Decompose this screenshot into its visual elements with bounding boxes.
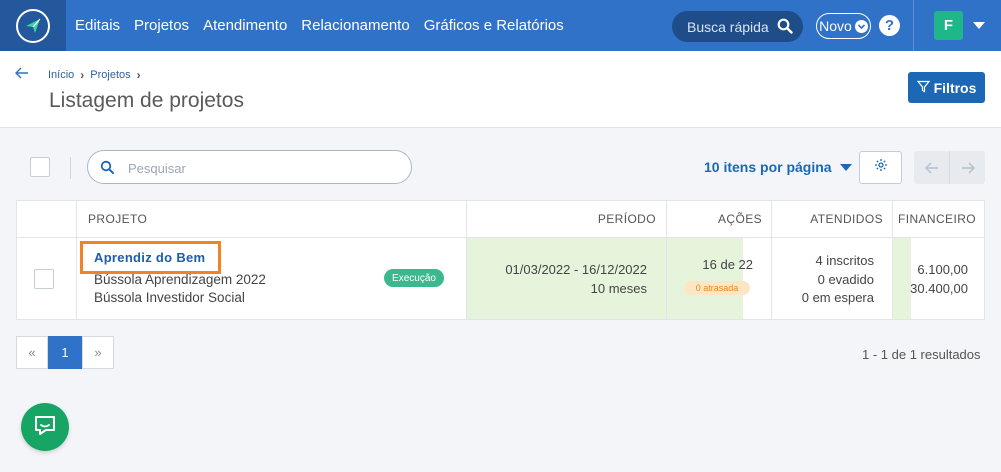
filters-button[interactable]: Filtros	[908, 72, 985, 103]
caret-down-icon	[839, 163, 852, 171]
projects-table: PROJETO PERÍODO AÇÕES ATENDIDOS FINANCEI…	[16, 200, 985, 320]
column-divider	[76, 201, 77, 319]
results-count: 1 - 1 de 1 resultados	[862, 347, 981, 362]
gear-icon	[874, 158, 888, 177]
nav-divider	[913, 0, 914, 51]
period-duration: 10 meses	[590, 281, 647, 296]
column-header-periodo[interactable]: PERÍODO	[466, 201, 666, 238]
column-header-select	[17, 201, 77, 238]
period-dates: 01/03/2022 - 16/12/2022	[505, 262, 647, 277]
project-investor: Bússola Investidor Social	[94, 290, 245, 305]
filters-label: Filtros	[933, 79, 977, 96]
nav-item-editais[interactable]: Editais	[75, 17, 120, 34]
per-page-label: 10 itens por página	[704, 159, 832, 175]
period-progress-bar	[467, 238, 666, 319]
nav-item-atendimento[interactable]: Atendimento	[203, 17, 287, 34]
actions-progress-bar	[667, 238, 743, 319]
logo[interactable]	[0, 0, 66, 51]
attended-waiting: 0 em espera	[801, 290, 874, 305]
chat-icon	[33, 413, 57, 442]
project-name-link[interactable]: Aprendiz do Bem	[80, 241, 221, 274]
actions-count: 16 de 22	[702, 257, 753, 272]
late-badge: 0 atrasada	[684, 281, 750, 295]
pager-nav	[914, 151, 985, 184]
breadcrumb-separator: ›	[80, 68, 85, 82]
column-header-acoes[interactable]: AÇÕES	[666, 201, 771, 238]
search-input[interactable]	[128, 158, 398, 178]
main-nav: Editais Projetos Atendimento Relacioname…	[75, 0, 564, 51]
finance-total: 30.400,00	[910, 281, 968, 296]
finance-progress-bar	[893, 238, 911, 319]
settings-button[interactable]	[859, 151, 902, 184]
pagination-prev[interactable]: «	[16, 336, 48, 369]
novo-button[interactable]: Novo	[816, 13, 871, 39]
back-arrow-icon[interactable]	[14, 66, 30, 85]
search-field	[87, 150, 412, 184]
nav-item-relacionamento[interactable]: Relacionamento	[301, 17, 409, 34]
column-header-atendidos[interactable]: ATENDIDOS	[771, 201, 892, 238]
project-program: Bússola Aprendizagem 2022	[94, 272, 266, 287]
chevron-down-icon	[854, 19, 868, 33]
chat-button[interactable]	[21, 403, 69, 451]
column-divider	[771, 201, 772, 319]
toolbar-divider	[70, 157, 71, 179]
status-badge: Execução	[384, 269, 444, 287]
breadcrumb: Início › Projetos ›	[48, 68, 141, 82]
nav-item-graficos[interactable]: Gráficos e Relatórios	[424, 17, 564, 34]
attended-dropped: 0 evadido	[817, 272, 874, 287]
nav-item-projetos[interactable]: Projetos	[134, 17, 189, 34]
pagination-page-1[interactable]: 1	[48, 336, 82, 369]
avatar-caret-icon[interactable]	[973, 22, 985, 29]
page-header: Início › Projetos › Listagem de projetos	[0, 51, 1001, 128]
breadcrumb-projetos[interactable]: Projetos	[90, 69, 130, 81]
avatar[interactable]: F	[934, 11, 963, 40]
breadcrumb-inicio[interactable]: Início	[48, 69, 74, 81]
quick-search-label: Busca rápida	[687, 18, 769, 35]
finance-executed: 6.100,00	[917, 262, 968, 277]
search-icon	[777, 18, 793, 37]
arrow-right-icon[interactable]	[949, 151, 985, 184]
column-header-projeto[interactable]: PROJETO	[77, 201, 466, 238]
filter-icon	[916, 80, 930, 96]
breadcrumb-separator: ›	[136, 68, 141, 82]
top-navbar: Editais Projetos Atendimento Relacioname…	[0, 0, 1001, 51]
per-page-select[interactable]: 10 itens por página	[704, 159, 852, 175]
page-title: Listagem de projetos	[49, 89, 244, 112]
quick-search-button[interactable]: Busca rápida	[672, 11, 803, 42]
arrow-left-icon[interactable]	[914, 151, 949, 184]
logo-icon	[16, 8, 50, 43]
novo-label: Novo	[819, 18, 852, 34]
select-all-checkbox[interactable]	[30, 157, 50, 177]
column-header-financeiro[interactable]: FINANCEIRO	[892, 201, 985, 238]
attended-enrolled: 4 inscritos	[815, 253, 874, 268]
help-icon[interactable]: ?	[879, 15, 900, 36]
row-checkbox[interactable]	[34, 269, 54, 289]
search-icon	[100, 160, 115, 180]
pagination-next[interactable]: »	[82, 336, 114, 369]
